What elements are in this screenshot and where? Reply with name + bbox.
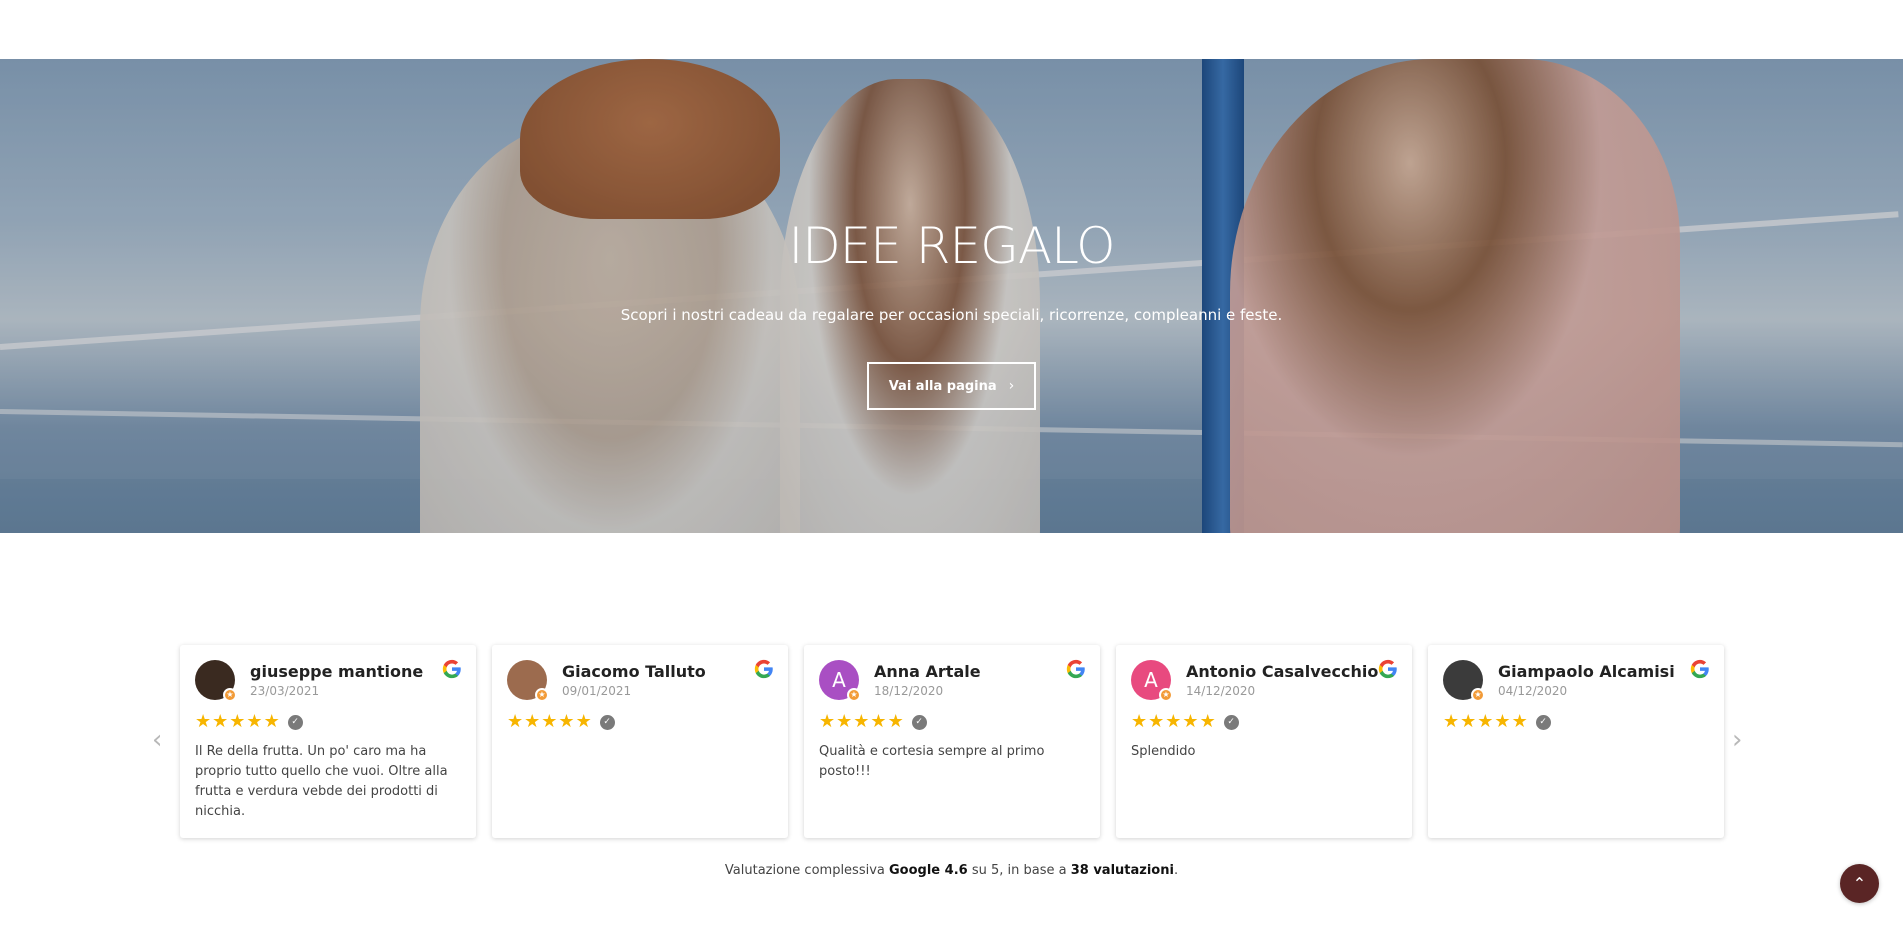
star-icon: ★ bbox=[541, 711, 558, 732]
review-date: 09/01/2021 bbox=[562, 684, 632, 698]
back-to-top-button[interactable]: ⌃ bbox=[1840, 864, 1879, 903]
review-text: Splendido bbox=[1131, 744, 1196, 759]
google-icon bbox=[754, 659, 774, 679]
reviewer-avatar: A ★ bbox=[1131, 660, 1173, 702]
reviewer-name: Anna Artale bbox=[874, 662, 981, 681]
review-text: Il Re della frutta. Un po' caro ma ha pr… bbox=[195, 744, 448, 819]
star-icon: ★ bbox=[246, 711, 263, 732]
local-guide-badge-icon: ★ bbox=[847, 688, 861, 702]
star-icon: ★ bbox=[558, 711, 575, 732]
google-icon bbox=[442, 659, 462, 679]
review-card: ★ Giacomo Talluto 09/01/2021 ★ ★ ★ ★ ★ ✓ bbox=[492, 645, 788, 838]
star-icon: ★ bbox=[853, 711, 870, 732]
google-icon bbox=[1690, 659, 1710, 679]
hero-overlay bbox=[0, 59, 1903, 533]
star-icon: ★ bbox=[1199, 711, 1216, 732]
review-date: 04/12/2020 bbox=[1498, 684, 1568, 698]
review-text: Qualità e cortesia sempre al primo posto… bbox=[819, 744, 1045, 779]
star-icon: ★ bbox=[575, 711, 592, 732]
review-date: 14/12/2020 bbox=[1186, 684, 1256, 698]
chevron-up-icon: ⌃ bbox=[1852, 874, 1867, 893]
review-date: 23/03/2021 bbox=[250, 684, 320, 698]
star-rating: ★ ★ ★ ★ ★ ✓ bbox=[1443, 713, 1551, 731]
star-icon: ★ bbox=[887, 711, 904, 732]
google-icon bbox=[1066, 659, 1086, 679]
google-icon bbox=[1378, 659, 1398, 679]
verified-icon: ✓ bbox=[911, 714, 927, 730]
star-icon: ★ bbox=[836, 711, 853, 732]
star-icon: ★ bbox=[1511, 711, 1528, 732]
star-icon: ★ bbox=[229, 711, 246, 732]
reviewer-avatar: ★ bbox=[507, 660, 549, 702]
reviewer-name: giuseppe mantione bbox=[250, 662, 424, 681]
star-rating: ★ ★ ★ ★ ★ ✓ bbox=[819, 713, 927, 731]
hero-button-label: Vai alla pagina bbox=[888, 378, 997, 394]
star-icon: ★ bbox=[1477, 711, 1494, 732]
reviewer-avatar: ★ bbox=[1443, 660, 1485, 702]
star-rating: ★ ★ ★ ★ ★ ✓ bbox=[1131, 713, 1239, 731]
star-icon: ★ bbox=[1148, 711, 1165, 732]
local-guide-badge-icon: ★ bbox=[223, 688, 237, 702]
star-icon: ★ bbox=[1460, 711, 1477, 732]
star-icon: ★ bbox=[1165, 711, 1182, 732]
hero-subtitle: Scopri i nostri cadeau da regalare per o… bbox=[620, 306, 1283, 324]
summary-middle: su 5, in base a bbox=[967, 863, 1071, 878]
carousel-next-icon[interactable]: › bbox=[1732, 725, 1742, 755]
summary-suffix: . bbox=[1173, 863, 1179, 878]
reviewer-name: Giampaolo Alcamisi bbox=[1498, 662, 1675, 681]
star-icon: ★ bbox=[524, 711, 541, 732]
star-icon: ★ bbox=[195, 711, 212, 732]
star-rating: ★ ★ ★ ★ ★ ✓ bbox=[507, 713, 615, 731]
reviewer-avatar: ★ bbox=[195, 660, 237, 702]
summary-count: 38 valutazioni bbox=[1070, 863, 1174, 878]
star-icon: ★ bbox=[263, 711, 280, 732]
local-guide-badge-icon: ★ bbox=[1159, 688, 1173, 702]
reviewer-avatar: A ★ bbox=[819, 660, 861, 702]
hero-title: IDEE REGALO bbox=[788, 217, 1115, 275]
verified-icon: ✓ bbox=[1535, 714, 1551, 730]
rating-summary: Valutazione complessiva Google 4.6 su 5,… bbox=[0, 863, 1903, 878]
star-rating: ★ ★ ★ ★ ★ ✓ bbox=[195, 713, 303, 731]
verified-icon: ✓ bbox=[599, 714, 615, 730]
star-icon: ★ bbox=[1443, 711, 1460, 732]
carousel-prev-icon[interactable]: ‹ bbox=[152, 725, 162, 755]
local-guide-badge-icon: ★ bbox=[535, 688, 549, 702]
review-card: ★ giuseppe mantione 23/03/2021 ★ ★ ★ ★ ★ ✓ Il Re … bbox=[180, 645, 476, 838]
summary-score: Google 4.6 bbox=[889, 863, 968, 878]
review-card: A ★ Anna Artale 18/12/2020 ★ ★ ★ ★ ★ ✓ Qualità e c… bbox=[804, 645, 1100, 838]
star-icon: ★ bbox=[507, 711, 524, 732]
chevron-right-icon: › bbox=[1008, 378, 1015, 394]
review-card: A ★ Antonio Casalvecchio 14/12/2020 ★ ★ ★ ★ ★ ✓ Sp… bbox=[1116, 645, 1412, 838]
star-icon: ★ bbox=[819, 711, 836, 732]
local-guide-badge-icon: ★ bbox=[1471, 688, 1485, 702]
verified-icon: ✓ bbox=[1223, 714, 1239, 730]
hero-banner: IDEE REGALO Scopri i nostri cadeau da re… bbox=[0, 59, 1903, 533]
google-reviews-carousel: ‹ › ★ giuseppe mantione 23/03/2021 ★ ★ ★ ★ ★ ✓ Il… bbox=[0, 645, 1903, 840]
star-icon: ★ bbox=[1182, 711, 1199, 732]
reviewer-name: Giacomo Talluto bbox=[562, 662, 706, 681]
star-icon: ★ bbox=[1494, 711, 1511, 732]
star-icon: ★ bbox=[1131, 711, 1148, 732]
verified-icon: ✓ bbox=[287, 714, 303, 730]
vai-alla-pagina-button[interactable]: Vai alla pagina › bbox=[867, 362, 1036, 410]
star-icon: ★ bbox=[212, 711, 229, 732]
review-card: ★ Giampaolo Alcamisi 04/12/2020 ★ ★ ★ ★ ★ ✓ bbox=[1428, 645, 1724, 838]
reviewer-name: Antonio Casalvecchio bbox=[1186, 662, 1379, 681]
summary-prefix: Valutazione complessiva bbox=[724, 863, 890, 878]
star-icon: ★ bbox=[870, 711, 887, 732]
review-date: 18/12/2020 bbox=[874, 684, 944, 698]
